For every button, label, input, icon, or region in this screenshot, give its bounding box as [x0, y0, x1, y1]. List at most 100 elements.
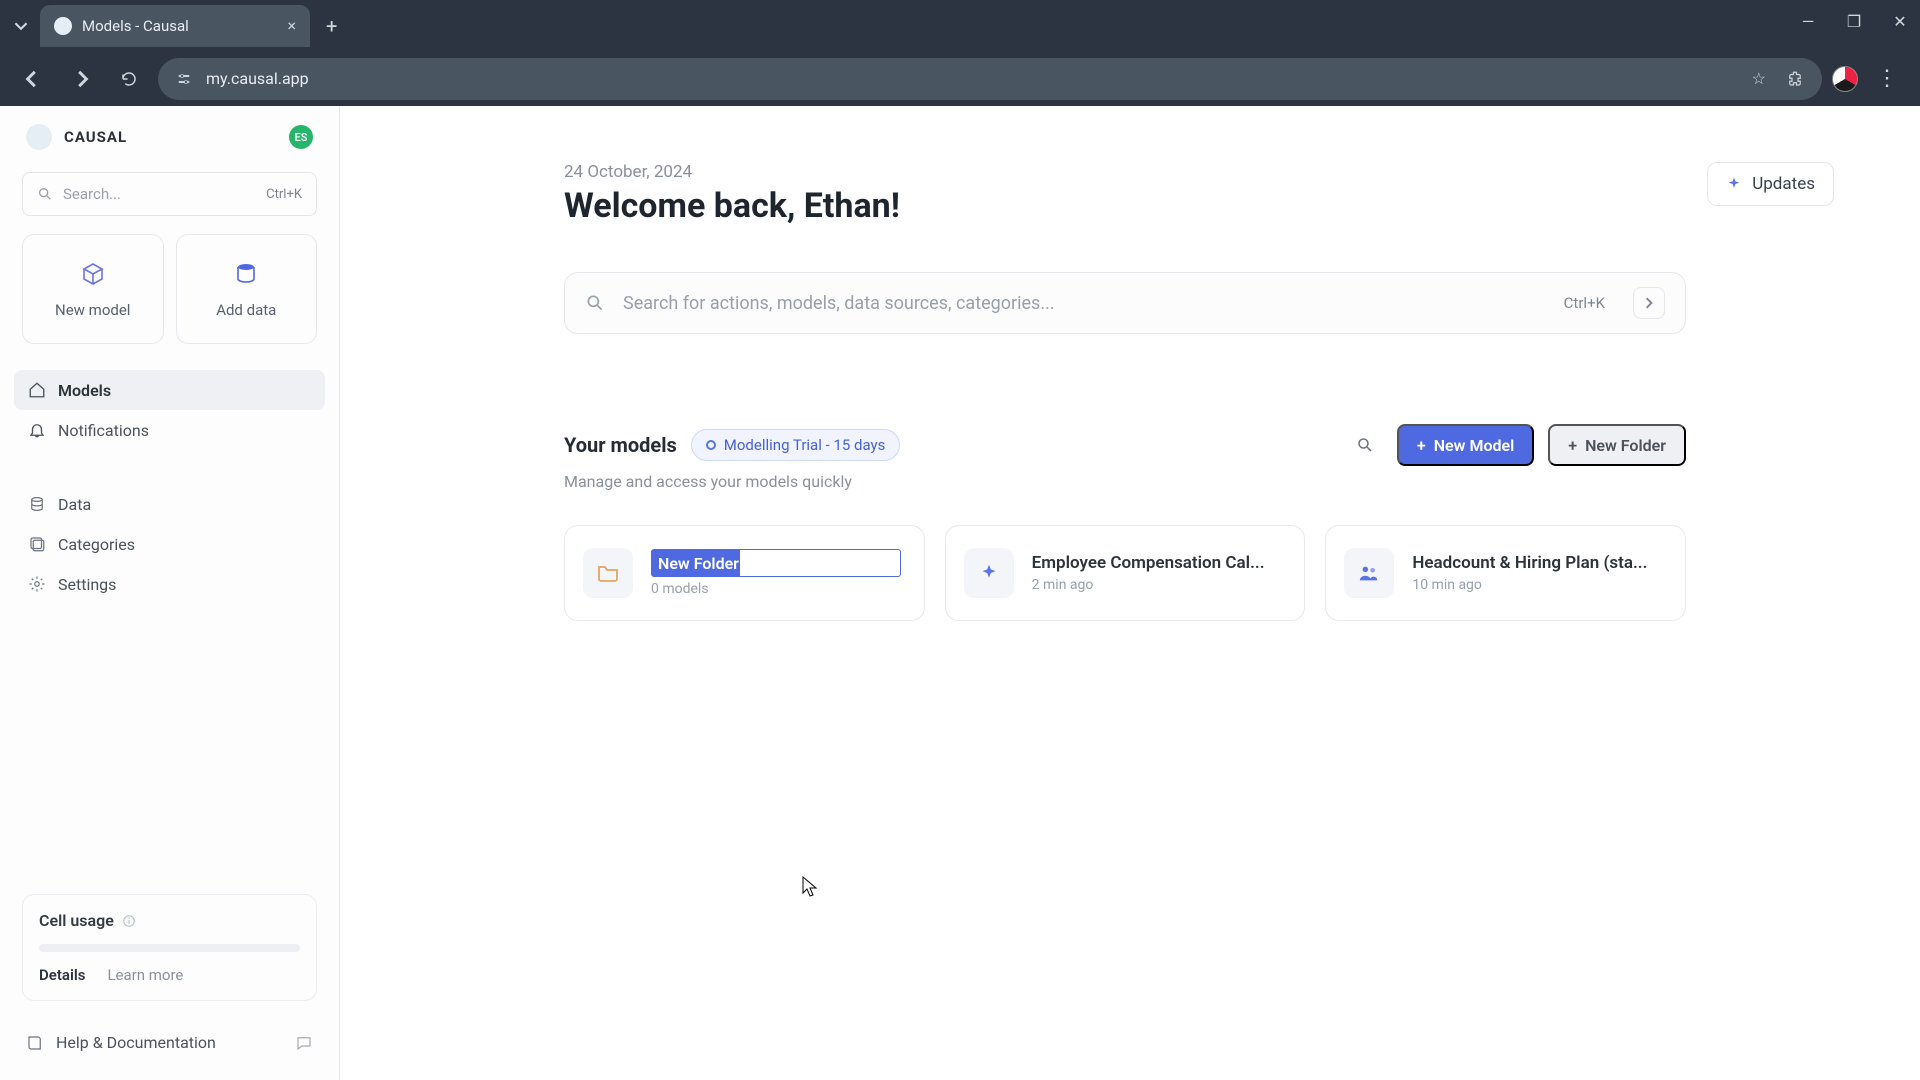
- close-window-icon[interactable]: ✕: [1890, 12, 1910, 31]
- status-dot-icon: [706, 440, 716, 450]
- maximize-icon[interactable]: ❐: [1844, 12, 1864, 31]
- book-icon: [26, 1034, 44, 1052]
- models-header: Your models Modelling Trial - 15 days + …: [564, 424, 1686, 466]
- model-cards: 0 models Employee Compensation Cal... 2 …: [564, 525, 1686, 621]
- sidebar-item-label: Settings: [58, 575, 116, 594]
- tab-favicon: [54, 17, 72, 35]
- usage-details-link[interactable]: Details: [39, 966, 85, 984]
- folder-icon: [583, 548, 633, 598]
- model-card[interactable]: Headcount & Hiring Plan (sta... 10 min a…: [1325, 525, 1686, 621]
- new-tab-button[interactable]: +: [326, 14, 337, 38]
- workspace-badge[interactable]: ES: [289, 125, 313, 149]
- chevron-right-icon[interactable]: [1633, 287, 1665, 319]
- address-bar: my.causal.app ☆ ⋮: [0, 51, 1920, 106]
- search-icon: [585, 293, 605, 313]
- profile-avatar[interactable]: [1832, 66, 1858, 92]
- plus-icon: +: [1417, 436, 1426, 455]
- usage-links: Details Learn more: [39, 966, 300, 984]
- cell-usage-title: Cell usage: [39, 911, 300, 930]
- new-folder-label: New Folder: [1585, 436, 1666, 455]
- brand-name: CAUSAL: [64, 128, 127, 146]
- new-model-label: New model: [55, 301, 130, 319]
- sidebar-bottom: Cell usage Details Learn more Help & Doc…: [0, 894, 339, 1062]
- sidebar-item-notifications[interactable]: Notifications: [14, 410, 325, 450]
- folder-card[interactable]: 0 models: [564, 525, 925, 621]
- sparkle-icon: [1726, 176, 1742, 192]
- home-icon: [28, 381, 46, 399]
- extensions-icon[interactable]: [1786, 70, 1804, 88]
- sidebar-item-label: Data: [58, 495, 91, 514]
- model-card[interactable]: Employee Compensation Cal... 2 min ago: [945, 525, 1306, 621]
- people-icon: [1344, 548, 1394, 598]
- add-data-label: Add data: [216, 301, 276, 319]
- nav-primary: Models Notifications: [0, 364, 339, 456]
- global-search-kbd: Ctrl+K: [1564, 294, 1605, 312]
- url-text: my.causal.app: [206, 69, 309, 88]
- models-search-button[interactable]: [1347, 427, 1383, 463]
- model-sub: 10 min ago: [1412, 577, 1667, 593]
- folder-sub: 0 models: [651, 581, 906, 597]
- window-controls: — ❐ ✕: [1798, 12, 1910, 31]
- forward-button[interactable]: [62, 60, 100, 98]
- sidebar-item-settings[interactable]: Settings: [14, 564, 325, 604]
- sidebar-search-kbd: Ctrl+K: [266, 187, 302, 202]
- model-sub: 2 min ago: [1032, 577, 1287, 593]
- tab-list-dropdown[interactable]: [8, 13, 34, 39]
- plus-icon: +: [1568, 436, 1577, 455]
- database-icon: [231, 259, 261, 289]
- models-title: Your models: [564, 433, 677, 457]
- sparkle-icon: [964, 548, 1014, 598]
- chat-icon[interactable]: [295, 1034, 313, 1052]
- stack-icon: [28, 495, 46, 513]
- new-model-button[interactable]: + New Model: [1397, 424, 1534, 466]
- usage-learn-link[interactable]: Learn more: [107, 966, 183, 984]
- site-settings-icon[interactable]: [176, 71, 192, 87]
- close-icon[interactable]: ×: [287, 16, 296, 35]
- nav-secondary: Data Categories Settings: [0, 478, 339, 610]
- browser-chrome: Models - Causal × + — ❐ ✕ my.causal.app …: [0, 0, 1920, 106]
- global-search[interactable]: Search for actions, models, data sources…: [564, 272, 1686, 334]
- new-folder-button[interactable]: + New Folder: [1548, 424, 1686, 466]
- search-icon: [37, 186, 53, 202]
- sidebar-item-label: Models: [58, 381, 111, 400]
- url-box[interactable]: my.causal.app ☆: [158, 58, 1822, 100]
- minimize-icon[interactable]: —: [1798, 12, 1818, 31]
- page-date: 24 October, 2024: [564, 162, 1840, 182]
- folder-name-input[interactable]: [651, 549, 901, 577]
- brand-row: CAUSAL ES: [0, 124, 339, 166]
- sidebar-item-data[interactable]: Data: [14, 484, 325, 524]
- tab-bar: Models - Causal × + — ❐ ✕: [0, 0, 1920, 51]
- trial-pill[interactable]: Modelling Trial - 15 days: [691, 429, 901, 461]
- updates-button[interactable]: Updates: [1707, 162, 1834, 206]
- back-button[interactable]: [14, 60, 52, 98]
- tab-title: Models - Causal: [82, 17, 277, 35]
- kebab-menu-icon[interactable]: ⋮: [1868, 66, 1906, 91]
- browser-tab[interactable]: Models - Causal ×: [40, 5, 310, 47]
- help-docs[interactable]: Help & Documentation: [22, 1023, 317, 1062]
- model-title: Employee Compensation Cal...: [1032, 553, 1287, 573]
- gear-icon: [28, 575, 46, 593]
- mouse-cursor: [802, 876, 818, 898]
- sidebar-item-categories[interactable]: Categories: [14, 524, 325, 564]
- reload-button[interactable]: [110, 60, 148, 98]
- trial-label: Modelling Trial - 15 days: [724, 436, 886, 454]
- quick-actions: New model Add data: [0, 234, 339, 364]
- sidebar-item-label: Categories: [58, 535, 135, 554]
- info-icon[interactable]: [122, 914, 136, 928]
- help-label: Help & Documentation: [56, 1033, 216, 1052]
- sidebar-item-models[interactable]: Models: [14, 370, 325, 410]
- page-title: Welcome back, Ethan!: [564, 186, 1840, 226]
- add-data-card[interactable]: Add data: [176, 234, 318, 344]
- main-content: 24 October, 2024 Welcome back, Ethan! Up…: [340, 106, 1920, 1080]
- cube-icon: [78, 259, 108, 289]
- usage-bar: [39, 944, 300, 952]
- bookmark-icon[interactable]: ☆: [1752, 69, 1766, 88]
- sidebar-search[interactable]: Search... Ctrl+K: [22, 172, 317, 216]
- app-root: CAUSAL ES Search... Ctrl+K New model Add…: [0, 106, 1920, 1080]
- global-search-placeholder: Search for actions, models, data sources…: [623, 293, 1546, 314]
- cell-usage-card: Cell usage Details Learn more: [22, 894, 317, 1001]
- sidebar: CAUSAL ES Search... Ctrl+K New model Add…: [0, 106, 340, 1080]
- brand-logo: [26, 124, 52, 150]
- new-model-card[interactable]: New model: [22, 234, 164, 344]
- new-model-label: New Model: [1434, 436, 1515, 455]
